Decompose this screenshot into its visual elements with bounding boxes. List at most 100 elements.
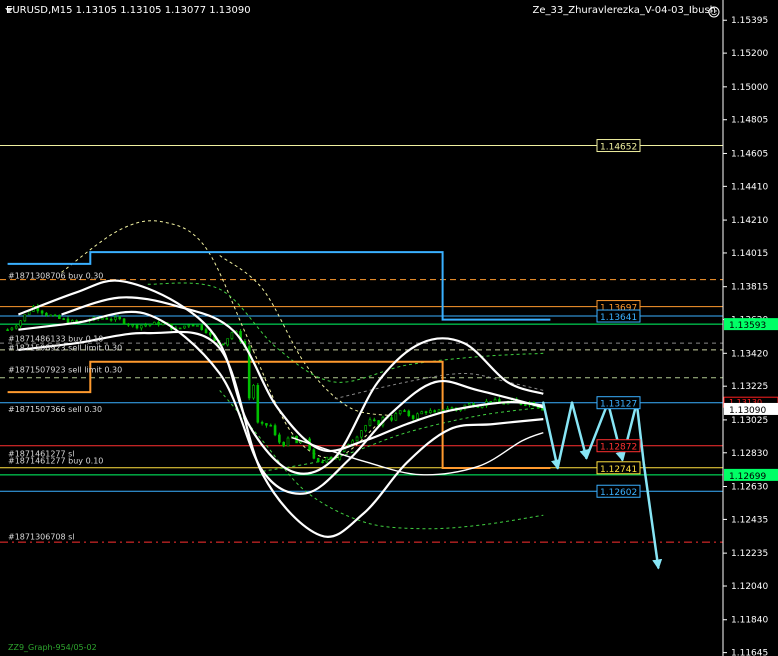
level-label-8: 1.13127 — [596, 396, 641, 410]
dashed-curve-0 — [61, 220, 379, 459]
price-tag-2: 1.12699 — [724, 468, 778, 482]
candle-85 — [372, 417, 376, 422]
candle-103 — [450, 406, 454, 410]
candle-47 — [209, 331, 212, 338]
candle-61 — [269, 423, 273, 427]
candle-64 — [282, 441, 285, 448]
order-label-3: #1871507923 sell limit 0.30 — [8, 365, 122, 374]
price-tick-label-11: 1.13225 — [731, 382, 768, 392]
price-tick-label-1: 1.15200 — [731, 49, 768, 59]
candle-74 — [325, 456, 329, 464]
candle-11 — [53, 313, 57, 317]
candle-31 — [140, 325, 143, 331]
candle-91 — [398, 410, 402, 416]
candle-90 — [394, 411, 398, 421]
chart-symbol-info: EURUSD,M15 1.13105 1.13105 1.13077 1.130… — [6, 5, 251, 16]
candle-3 — [19, 320, 22, 329]
candle-58 — [256, 383, 260, 424]
candle-63 — [278, 432, 281, 445]
price-tick-label-18: 1.11840 — [731, 616, 768, 626]
price-tick-label-14: 1.12630 — [731, 483, 768, 493]
price-chart[interactable]: 1.146521.136971.136411.131271.128721.127… — [0, 0, 778, 656]
candle-57 — [252, 384, 255, 400]
level-label-10: 1.12741 — [596, 461, 641, 475]
candle-96 — [420, 410, 424, 415]
candle-35 — [157, 320, 160, 327]
candle-7 — [36, 303, 40, 314]
candle-92 — [403, 409, 406, 412]
candle-83 — [364, 424, 367, 433]
candle-27 — [122, 318, 126, 325]
candle-72 — [316, 457, 320, 463]
price-tick-label-2: 1.15000 — [731, 83, 768, 93]
svg-text:1.12602: 1.12602 — [600, 488, 637, 498]
candle-82 — [360, 430, 363, 439]
zigzag-segment-6 — [635, 401, 646, 466]
candle-101 — [442, 409, 445, 412]
price-tick-label-15: 1.12435 — [731, 515, 768, 525]
candle-24 — [109, 317, 113, 322]
candle-14 — [66, 316, 70, 324]
price-tick-label-5: 1.14410 — [731, 182, 768, 192]
candle-43 — [191, 324, 195, 327]
candle-84 — [368, 417, 372, 427]
svg-text:1.13090: 1.13090 — [729, 406, 766, 416]
svg-text:1.12872: 1.12872 — [600, 443, 637, 453]
dashed-curve-5 — [334, 372, 544, 400]
candle-34 — [152, 321, 156, 325]
candle-94 — [411, 414, 415, 421]
price-tick-label-16: 1.12235 — [731, 549, 768, 559]
candle-0 — [6, 328, 9, 331]
order-label-6: #1871461277 buy 0.10 — [8, 456, 103, 465]
order-label-2: #1871508923 sell limit 0.30 — [8, 343, 122, 352]
price-tick-label-6: 1.14210 — [731, 216, 768, 226]
candle-71 — [312, 448, 316, 460]
candle-62 — [273, 423, 277, 437]
candle-32 — [144, 322, 147, 328]
candle-1 — [10, 326, 14, 332]
candle-97 — [424, 410, 428, 415]
candle-4 — [23, 314, 27, 323]
price-tick-label-7: 1.14015 — [731, 249, 768, 259]
candle-29 — [131, 324, 135, 328]
zigzag-segment-0 — [542, 401, 561, 470]
price-tick-label-10: 1.13420 — [731, 349, 768, 359]
candle-73 — [321, 459, 324, 464]
candle-44 — [196, 325, 199, 327]
price-tick-label-4: 1.14605 — [731, 149, 768, 159]
candle-30 — [135, 324, 139, 330]
zigzag-segment-7 — [642, 463, 663, 570]
price-tick-label-19: 1.11645 — [731, 649, 768, 656]
svg-text:1.12699: 1.12699 — [729, 472, 766, 482]
svg-text:1.13641: 1.13641 — [600, 313, 637, 323]
footer-indicator-text: ZZ9_Graph-954/05-02 — [8, 643, 97, 652]
candle-52 — [230, 331, 234, 340]
svg-text:1.13593: 1.13593 — [729, 321, 766, 331]
candle-45 — [200, 324, 204, 331]
indicator-name: Ze_33_Zhuravlerezka_V-04-03_Ibush — [532, 5, 716, 16]
level-label-9: 1.12872 — [596, 439, 641, 453]
candle-33 — [148, 324, 152, 328]
svg-text:1.14652: 1.14652 — [600, 143, 637, 153]
candle-65 — [286, 436, 290, 447]
candle-51 — [226, 338, 229, 347]
envelope-band-0 — [18, 279, 544, 475]
candle-8 — [40, 309, 44, 316]
price-tick-label-13: 1.12830 — [731, 449, 768, 459]
order-label-7: #1871306708 sl — [8, 532, 75, 541]
price-tag-1: 1.13090 — [724, 402, 778, 416]
channel-line-0 — [7, 251, 551, 321]
level-label-3: 1.13641 — [596, 309, 641, 323]
level-label-12: 1.12602 — [596, 484, 641, 498]
order-label-0: #1871308706 buy 0.30 — [8, 272, 103, 281]
candle-93 — [407, 409, 411, 418]
zigzag-segment-1 — [556, 401, 574, 470]
candle-42 — [187, 324, 191, 329]
price-tag-0: 1.13593 — [724, 318, 778, 331]
candle-50 — [221, 343, 225, 346]
candle-13 — [62, 317, 65, 320]
candle-2 — [14, 323, 18, 330]
zigzag-segment-2 — [570, 401, 590, 460]
candle-81 — [355, 435, 359, 442]
candle-28 — [127, 322, 130, 327]
